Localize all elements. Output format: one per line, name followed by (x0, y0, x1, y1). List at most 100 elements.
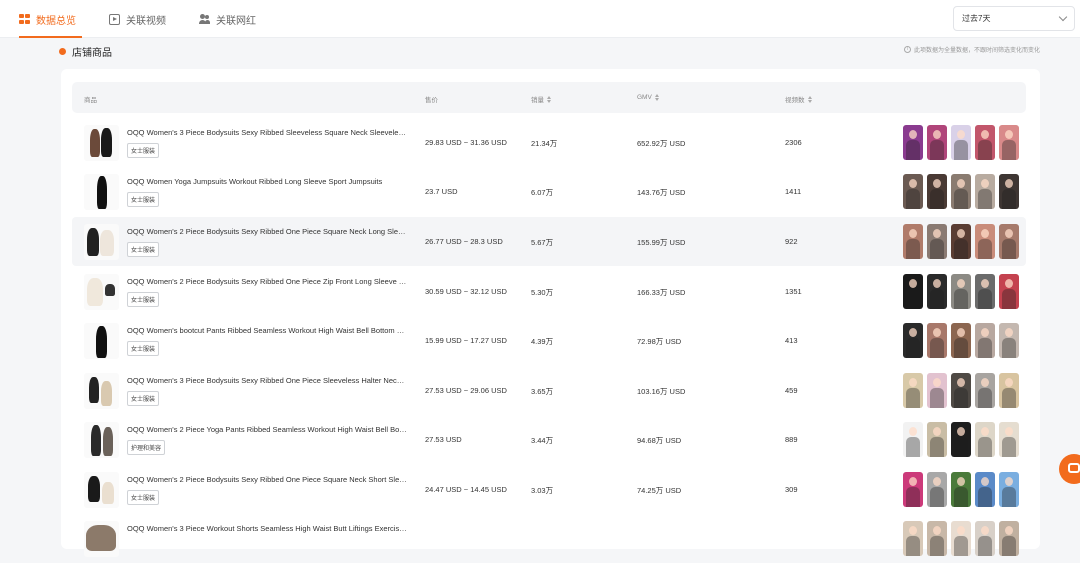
header-gmv[interactable]: GMV (637, 94, 659, 101)
header-sales[interactable]: 销量 (531, 94, 551, 104)
product-image[interactable] (84, 472, 119, 508)
video-thumbnail[interactable] (999, 472, 1019, 507)
video-thumbnail[interactable] (999, 274, 1019, 309)
video-thumbnail[interactable] (927, 472, 947, 507)
videos-cell: 922 (785, 237, 798, 246)
product-image[interactable] (84, 422, 119, 458)
header-product: 商品 (84, 94, 97, 104)
sales-cell: 6.07万 (531, 188, 554, 197)
video-thumbnail[interactable] (903, 323, 923, 358)
table-row[interactable]: OQQ Women's 2 Piece Yoga Pants Ribbed Se… (72, 415, 1026, 464)
video-thumbnail[interactable] (927, 174, 947, 209)
video-thumbnail[interactable] (951, 125, 971, 160)
video-thumbnail[interactable] (951, 472, 971, 507)
video-thumbnail[interactable] (951, 373, 971, 408)
product-name[interactable]: OQQ Women's 3 Piece Workout Shorts Seaml… (127, 524, 407, 533)
tab-related-influencers[interactable]: 关联网红 (199, 0, 256, 38)
sales-cell: 3.65万 (531, 387, 554, 396)
video-thumbnail[interactable] (903, 224, 923, 259)
product-name[interactable]: OQQ Women's 3 Piece Bodysuits Sexy Ribbe… (127, 128, 407, 137)
video-thumbnail[interactable] (927, 422, 947, 457)
table-row[interactable]: OQQ Women's 3 Piece Bodysuits Sexy Ribbe… (72, 366, 1026, 415)
product-name[interactable]: OQQ Women's 2 Piece Bodysuits Sexy Ribbe… (127, 227, 407, 236)
video-thumbnail[interactable] (927, 274, 947, 309)
video-thumbnail[interactable] (999, 373, 1019, 408)
tab-data-overview[interactable]: 数据总览 (19, 0, 82, 38)
period-select[interactable]: 过去7天 (953, 6, 1075, 31)
video-thumbnail[interactable] (975, 521, 995, 556)
gmv-cell: 94.68万 USD (637, 436, 682, 445)
table-row[interactable]: OQQ Women's 2 Piece Bodysuits Sexy Ribbe… (72, 465, 1026, 514)
product-name[interactable]: OQQ Women's 2 Piece Yoga Pants Ribbed Se… (127, 425, 407, 434)
product-image[interactable] (84, 373, 119, 409)
video-thumbnail[interactable] (927, 521, 947, 556)
price-cell: 23.7 USD (425, 187, 458, 196)
tab-label: 关联视频 (126, 15, 166, 27)
video-thumbnail[interactable] (975, 224, 995, 259)
users-icon (199, 13, 210, 25)
video-thumbnail[interactable] (903, 521, 923, 556)
category-tag: 女士服装 (127, 391, 160, 406)
videos-cell: 459 (785, 386, 798, 395)
video-thumbnails (903, 521, 1019, 556)
video-thumbnail[interactable] (927, 373, 947, 408)
price-cell: 24.47 USD ~ 14.45 USD (425, 485, 507, 494)
video-thumbnail[interactable] (903, 373, 923, 408)
table-row[interactable]: OQQ Women Yoga Jumpsuits Workout Ribbed … (72, 167, 1026, 216)
video-thumbnail[interactable] (903, 472, 923, 507)
video-thumbnail[interactable] (975, 274, 995, 309)
video-thumbnail[interactable] (951, 422, 971, 457)
video-thumbnail[interactable] (975, 373, 995, 408)
video-thumbnail[interactable] (951, 521, 971, 556)
video-thumbnail[interactable] (999, 125, 1019, 160)
product-image[interactable] (84, 323, 119, 359)
product-image[interactable] (84, 224, 119, 260)
videos-cell: 1411 (785, 187, 802, 196)
video-thumbnail[interactable] (951, 323, 971, 358)
product-image[interactable] (84, 521, 119, 557)
video-thumbnail[interactable] (975, 125, 995, 160)
product-image[interactable] (84, 174, 119, 210)
video-thumbnail[interactable] (927, 125, 947, 160)
video-thumbnail[interactable] (975, 472, 995, 507)
table-row[interactable]: OQQ Women's 2 Piece Bodysuits Sexy Ribbe… (72, 217, 1026, 266)
video-thumbnail[interactable] (927, 224, 947, 259)
table-row[interactable]: OQQ Women's 3 Piece Workout Shorts Seaml… (72, 514, 1026, 563)
video-thumbnail[interactable] (927, 323, 947, 358)
chat-support-button[interactable] (1059, 454, 1080, 484)
video-thumbnail[interactable] (903, 125, 923, 160)
video-thumbnail[interactable] (903, 422, 923, 457)
sort-icon (807, 95, 812, 103)
video-thumbnail[interactable] (999, 174, 1019, 209)
header-videos[interactable]: 视频数 (785, 94, 812, 104)
price-cell: 27.53 USD (425, 435, 462, 444)
product-image[interactable] (84, 125, 119, 161)
product-name[interactable]: OQQ Women's bootcut Pants Ribbed Seamles… (127, 326, 407, 335)
table-row[interactable]: OQQ Women's bootcut Pants Ribbed Seamles… (72, 316, 1026, 365)
data-note: i 此项数据为全量数据，不跟时间筛选变化而变化 (903, 45, 1040, 54)
product-name[interactable]: OQQ Women's 2 Piece Bodysuits Sexy Ribbe… (127, 475, 407, 484)
tab-related-videos[interactable]: 关联视频 (109, 0, 166, 38)
video-thumbnail[interactable] (951, 224, 971, 259)
sort-icon (547, 95, 551, 103)
video-thumbnail[interactable] (975, 323, 995, 358)
video-thumbnail[interactable] (975, 422, 995, 457)
video-thumbnail[interactable] (999, 224, 1019, 259)
product-image[interactable] (84, 274, 119, 310)
video-thumbnails (903, 174, 1019, 209)
video-thumbnail[interactable] (999, 521, 1019, 556)
video-thumbnail[interactable] (999, 422, 1019, 457)
video-thumbnail[interactable] (903, 174, 923, 209)
video-thumbnail[interactable] (951, 274, 971, 309)
video-thumbnail[interactable] (951, 174, 971, 209)
video-thumbnail[interactable] (903, 274, 923, 309)
product-name[interactable]: OQQ Women's 2 Piece Bodysuits Sexy Ribbe… (127, 277, 407, 286)
video-thumbnails (903, 125, 1019, 160)
table-row[interactable]: OQQ Women's 3 Piece Bodysuits Sexy Ribbe… (72, 118, 1026, 167)
product-name[interactable]: OQQ Women's 3 Piece Bodysuits Sexy Ribbe… (127, 376, 407, 385)
product-name[interactable]: OQQ Women Yoga Jumpsuits Workout Ribbed … (127, 177, 407, 186)
table-row[interactable]: OQQ Women's 2 Piece Bodysuits Sexy Ribbe… (72, 267, 1026, 316)
sales-cell: 3.03万 (531, 486, 554, 495)
video-thumbnail[interactable] (975, 174, 995, 209)
video-thumbnail[interactable] (999, 323, 1019, 358)
